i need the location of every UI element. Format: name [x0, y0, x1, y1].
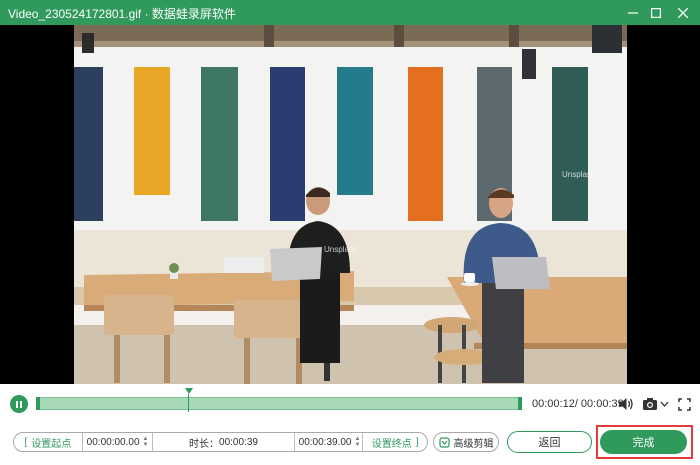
- trim-settings-bar: [ 设置起点 00:00:00.00 ▲ ▼ 时长： 00:00:39 00:0…: [13, 432, 428, 452]
- stepper-down-icon: ▼: [354, 442, 361, 448]
- fullscreen-icon: [677, 397, 691, 411]
- playhead-marker[interactable]: [185, 388, 193, 394]
- duration-display: 时长： 00:00:39: [153, 433, 293, 451]
- video-frame: Unsplash Unsplash: [74, 25, 627, 384]
- start-time-field[interactable]: 00:00:00.00 ▲ ▼: [83, 433, 153, 451]
- close-button[interactable]: [670, 0, 696, 25]
- maximize-button[interactable]: [643, 0, 669, 25]
- advanced-edit-label: 高级剪辑: [453, 438, 494, 450]
- volume-button[interactable]: [617, 395, 635, 413]
- end-time-stepper[interactable]: ▲ ▼: [354, 436, 360, 448]
- duration-value: 00:00:39: [219, 436, 258, 448]
- maximize-icon: [651, 7, 661, 18]
- camera-icon: [643, 398, 657, 410]
- volume-icon: [619, 398, 633, 410]
- window-title: Video_230524172801.gif · 数据蛙录屏软件: [8, 7, 236, 21]
- playback-time: 00:00:12/ 00:00:39: [532, 398, 624, 410]
- back-button[interactable]: 返回: [507, 431, 592, 453]
- advanced-edit-button[interactable]: 高级剪辑: [433, 432, 499, 452]
- trim-timeline[interactable]: [36, 397, 522, 410]
- video-stage: Unsplash Unsplash: [0, 25, 700, 384]
- finish-button[interactable]: 完成: [600, 430, 687, 454]
- end-time-field[interactable]: 00:00:39.00 ▲ ▼: [295, 433, 363, 451]
- set-end-button[interactable]: 设置终点 ]: [363, 433, 427, 451]
- advanced-edit-icon: [438, 436, 450, 448]
- end-time-value: 00:00:39.00: [298, 436, 352, 448]
- close-icon: [678, 7, 688, 18]
- minimize-icon: [628, 11, 638, 14]
- control-panel: 00:00:12/ 00:00:39: [0, 384, 700, 465]
- watermark-text: Unsplash: [562, 170, 596, 179]
- start-time-value: 00:00:00.00: [86, 436, 140, 448]
- set-start-button[interactable]: [ 设置起点: [14, 433, 82, 451]
- snapshot-button[interactable]: [642, 395, 669, 413]
- bracket-right-icon: ]: [415, 436, 419, 448]
- watermark-text: Unsplash: [324, 245, 358, 254]
- pause-button[interactable]: [10, 395, 28, 413]
- duration-label: 时长：: [189, 438, 220, 450]
- title-bar: Video_230524172801.gif · 数据蛙录屏软件: [0, 0, 700, 25]
- bracket-left-icon: [: [24, 436, 28, 448]
- stepper-down-icon: ▼: [142, 442, 149, 448]
- start-time-stepper[interactable]: ▲ ▼: [143, 436, 149, 448]
- pause-icon: [15, 400, 23, 408]
- cafe-scene-illustration: [74, 25, 627, 384]
- trim-start-handle[interactable]: [36, 397, 40, 410]
- playhead-line: [188, 394, 189, 412]
- trim-end-handle[interactable]: [518, 397, 522, 410]
- chevron-down-icon: [660, 401, 669, 407]
- fullscreen-button[interactable]: [677, 395, 691, 413]
- set-end-label: 设置终点: [371, 438, 412, 450]
- set-start-label: 设置起点: [31, 438, 72, 450]
